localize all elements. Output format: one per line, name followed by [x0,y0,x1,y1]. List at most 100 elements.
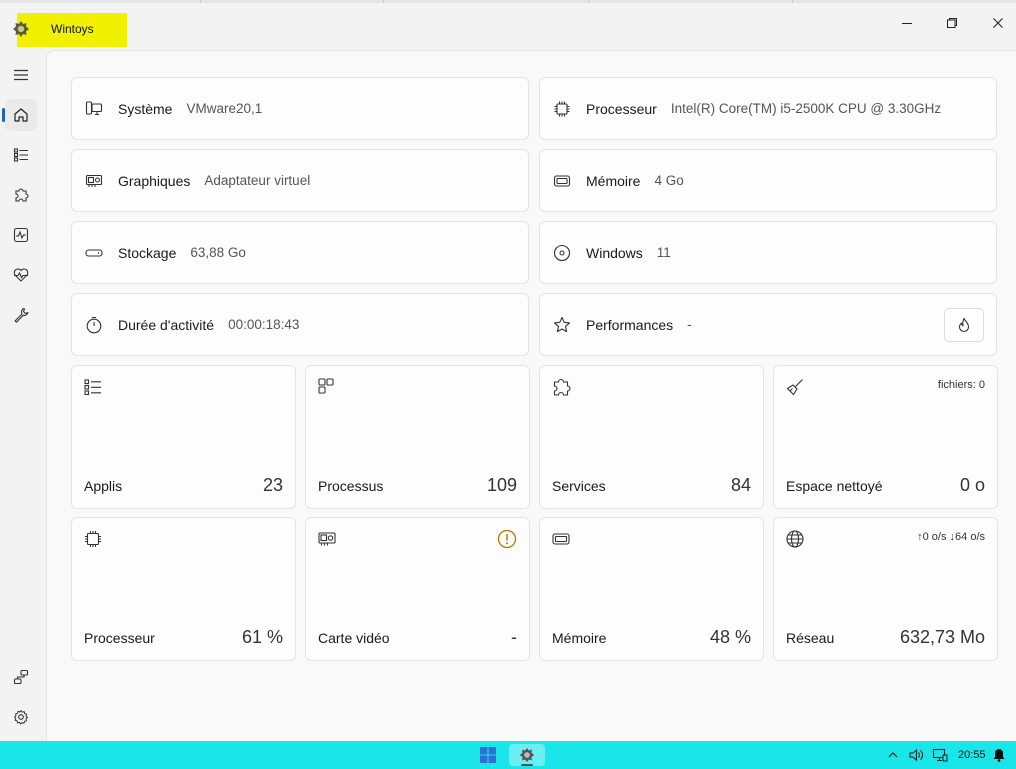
nav-menu-toggle[interactable] [5,59,37,91]
system-card: Système VMware20,1 [71,77,529,140]
uptime-value: 00:00:18:43 [228,317,300,332]
apps-list-icon [13,148,28,162]
minimize-icon [902,23,912,24]
network-tile-label: Réseau [786,630,835,646]
speaker-icon [909,748,923,762]
performance-label: Performances [586,316,674,333]
processes-icon [318,378,334,394]
settings-gear-icon [14,710,28,725]
network-tray-button[interactable] [929,744,951,766]
close-button[interactable] [978,11,1016,35]
drive-icon [84,243,104,263]
nav-connection[interactable] [5,661,37,693]
taskbar-clock[interactable]: 20:55 [958,749,986,761]
cpu-tile-value: 61 % [241,627,283,647]
ram-tile-label: Mémoire [552,630,607,646]
ram-tile-value: 48 % [709,627,751,647]
nav-performance[interactable] [5,219,37,251]
performance-boost-button[interactable] [944,308,984,342]
memory-icon [552,171,572,191]
minimize-button[interactable] [887,11,927,35]
warning-circle-icon [497,529,517,549]
star-icon [552,315,572,335]
globe-icon [786,530,804,548]
start-button[interactable] [476,744,500,766]
cpu-tile-label: Processeur [84,630,155,646]
gpu-icon [318,532,336,546]
health-icon [13,268,29,282]
processor-value: Intel(R) Core(TM) i5-2500K CPU @ 3.30GHz [670,101,942,116]
hamburger-menu-icon [14,69,28,81]
wintoys-logo-icon [13,21,29,37]
apps-tile[interactable]: Applis 23 [71,365,296,509]
pc-icon [84,99,104,119]
nav-apps[interactable] [5,139,37,171]
storage-value: 63,88 Go [190,245,246,260]
windows-start-icon [480,747,496,763]
cleanup-tile-label: Espace nettoyé [786,478,883,494]
processor-label: Processeur [586,100,657,117]
apps-tile-value: 23 [262,475,283,495]
tray-overflow-button[interactable] [885,744,901,766]
puzzle-icon [15,188,29,202]
processes-tile-value: 109 [486,475,517,495]
apps-tile-label: Applis [84,478,123,494]
gpu-tile-value: - [511,627,517,647]
broom-icon [786,379,803,396]
home-icon [14,108,28,122]
nav-tools[interactable] [5,299,37,331]
volume-button[interactable] [905,744,927,766]
title-bar[interactable]: Wintoys [0,3,1016,49]
flame-icon [958,317,970,333]
maximize-button[interactable] [932,11,972,35]
chevron-up-icon [888,752,898,758]
disc-icon [552,243,572,263]
graphics-card: Graphiques Adaptateur virtuel [71,149,529,212]
system-value: VMware20,1 [186,101,263,116]
performance-value: - [687,317,692,332]
windows-card: Windows 11 [539,221,997,284]
wrench-icon [14,307,29,323]
services-tile-label: Services [552,478,606,494]
system-label: Système [118,100,173,117]
processes-tile[interactable]: Processus 109 [305,365,530,509]
notifications-button[interactable] [989,744,1009,766]
puzzle-icon [553,378,571,396]
network-speed: ↑0 o/s ↓64 o/s [917,531,985,543]
ram-tile[interactable]: Mémoire 48 % [539,517,764,661]
taskbar [0,741,1016,769]
notification-bell-icon [993,749,1005,762]
sidebar-nav [0,50,46,741]
memory-card: Mémoire 4 Go [539,149,997,212]
main-content: Système VMware20,1 Processeur Intel(R) C… [46,50,1016,741]
gpu-tile-label: Carte vidéo [318,630,390,646]
services-tile-value: 84 [730,475,751,495]
services-tile[interactable]: Services 84 [539,365,764,509]
network-monitor-icon [932,748,948,762]
windows-label: Windows [586,244,643,261]
nav-services[interactable] [5,179,37,211]
graphics-value: Adaptateur virtuel [204,173,311,188]
cleanup-tile[interactable]: fichiers: 0 Espace nettoyé 0 o [773,365,998,509]
wintoys-app-icon [519,747,535,763]
gpu-icon [84,171,104,191]
apps-list-icon [84,379,101,396]
network-tile[interactable]: ↑0 o/s ↓64 o/s Réseau 632,73 Mo [773,517,998,661]
gpu-tile[interactable]: Carte vidéo - [305,517,530,661]
memory-label: Mémoire [586,172,641,189]
nav-settings[interactable] [5,701,37,733]
storage-card: Stockage 63,88 Go [71,221,529,284]
processor-card: Processeur Intel(R) Core(TM) i5-2500K CP… [539,77,997,140]
app-title: Wintoys [51,22,94,36]
nav-health[interactable] [5,259,37,291]
taskbar-wintoys-app[interactable] [509,744,545,766]
memory-value: 4 Go [654,173,684,188]
network-tile-value: 632,73 Mo [899,627,985,647]
windows-value: 11 [656,245,671,260]
timer-icon [84,315,104,335]
cpu-tile[interactable]: Processeur 61 % [71,517,296,661]
nav-home[interactable] [2,99,37,131]
connection-icon [13,669,29,685]
activity-icon [13,227,29,243]
graphics-label: Graphiques [118,172,191,189]
